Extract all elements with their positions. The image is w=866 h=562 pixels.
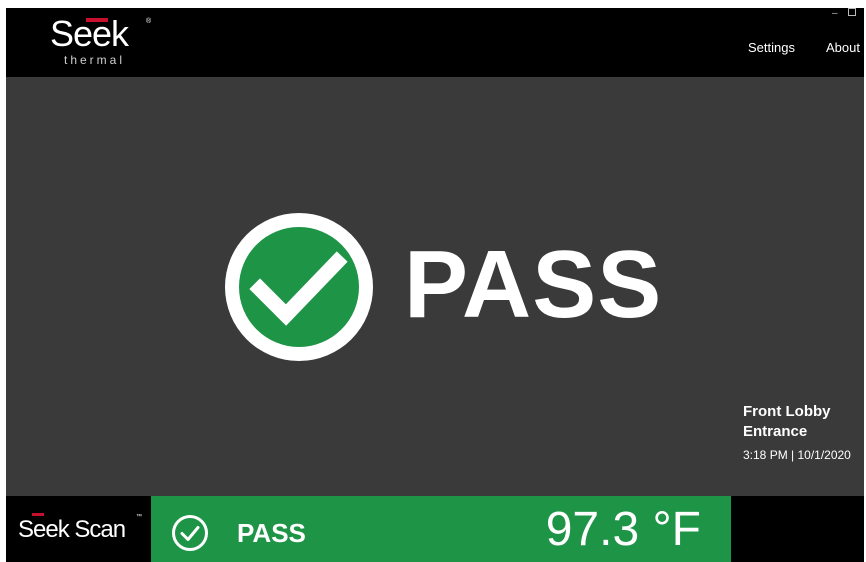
minimize-button[interactable]: –	[832, 8, 838, 19]
logo-registered-mark: ®	[146, 18, 152, 25]
status-banner: PASS 97.3 °F	[151, 496, 731, 562]
brand-accent-bar	[32, 513, 44, 516]
scan-timestamp: 3:18 PM | 10/1/2020	[743, 448, 851, 462]
check-circle-icon	[225, 213, 373, 361]
result-status: PASS	[404, 231, 663, 338]
seek-thermal-logo: Seek ® thermal	[50, 16, 160, 68]
temperature-reading: 97.3 °F	[545, 503, 701, 556]
status-label: PASS	[237, 518, 306, 548]
seek-scan-brand: Seek Scan	[18, 516, 126, 543]
location-name: Front Lobby Entrance	[743, 403, 831, 440]
logo-subtitle: thermal	[64, 53, 126, 67]
bottom-bar: Seek Scan ™ PASS 97.3 °F	[6, 496, 864, 562]
check-circle-outline-icon	[172, 515, 208, 551]
logo-accent-bar	[86, 18, 108, 22]
maximize-button[interactable]	[848, 8, 856, 16]
app-window: Seek ® thermal – Settings About PASS Fro…	[6, 8, 864, 562]
top-bar: Seek ® thermal – Settings About	[6, 8, 864, 77]
brand-trademark: ™	[136, 514, 142, 520]
about-link[interactable]: About	[826, 40, 860, 55]
settings-link[interactable]: Settings	[748, 40, 795, 55]
